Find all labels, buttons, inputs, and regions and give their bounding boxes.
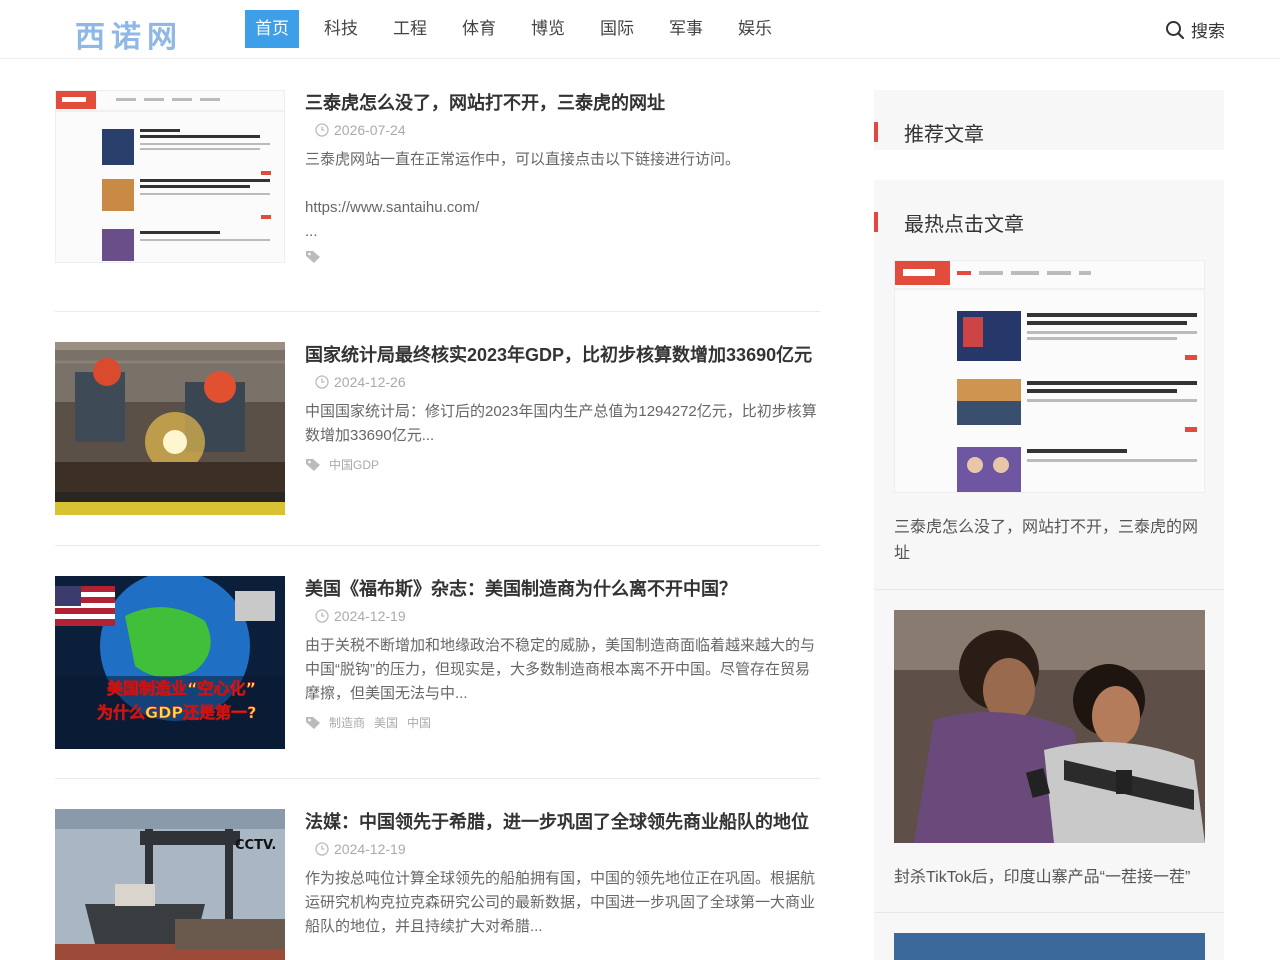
article-tag[interactable]: 美国 (374, 714, 398, 731)
article-item: 三泰虎怎么没了，网站打不开，三泰虎的网址 2026-07-24 三泰虎网站一直在… (55, 90, 820, 280)
hot-title: 最热点击文章 (904, 214, 1024, 236)
main-nav: 首页 科技 工程 体育 博览 国际 军事 娱乐 (245, 10, 797, 48)
article-title[interactable]: 国家统计局最终核实2023年GDP，比初步核算数增加33690亿元 (305, 342, 820, 368)
tag-icon (306, 458, 320, 471)
article-tags (305, 250, 820, 264)
article-tag[interactable]: 中国GDP (329, 456, 379, 473)
nav-item-sports[interactable]: 体育 (452, 10, 506, 48)
clock-icon (315, 375, 329, 389)
article-thumbnail[interactable] (55, 90, 285, 263)
nav-item-home[interactable]: 首页 (245, 10, 299, 48)
hot-article[interactable]: 三泰虎怎么没了，网站打不开，三泰虎的网址 (874, 240, 1224, 590)
nav-item-entertainment[interactable]: 娱乐 (728, 10, 782, 48)
hot-article-caption[interactable]: 封杀TikTok后，印度山寨产品“一茬接一茬” (894, 865, 1205, 891)
image-caption-line2: 为什么GDP还是第一? (97, 703, 256, 722)
hot-widget: 最热点击文章 三泰虎怎么没了，网站打不开，三泰虎的网址 封杀TikTok后，印度… (874, 180, 1224, 960)
article-date-text: 2024-12-19 (334, 608, 406, 624)
article-tags: 制造商 美国 中国 (305, 714, 820, 731)
article-date-text: 2024-12-26 (334, 374, 406, 390)
article-date-text: 2024-12-19 (334, 841, 406, 857)
article-thumbnail[interactable]: 美国制造业“空心化” 为什么GDP还是第一? (55, 576, 285, 749)
image-caption-line1: 美国制造业“空心化” (107, 679, 256, 698)
cctv-logo: CCTV. (235, 838, 276, 853)
site-header: 西诺网 首页 科技 工程 体育 博览 国际 军事 娱乐 搜索 (0, 0, 1280, 59)
hot-article-image[interactable] (894, 260, 1205, 493)
article-item: 国家统计局最终核实2023年GDP，比初步核算数增加33690亿元 2024-1… (55, 342, 820, 522)
hot-article[interactable]: 封杀TikTok后，印度山寨产品“一茬接一茬” (874, 590, 1224, 910)
clock-icon (315, 609, 329, 623)
divider (55, 311, 820, 312)
nav-item-engineering[interactable]: 工程 (383, 10, 437, 48)
article-tag[interactable]: 制造商 (329, 714, 365, 731)
widget-title: 最热点击文章 (874, 210, 1224, 236)
article-date: 2024-12-19 (305, 841, 820, 857)
divider (55, 545, 820, 546)
article-thumbnail[interactable]: CCTV. (55, 809, 285, 960)
clock-icon (315, 123, 329, 137)
divider (874, 589, 1224, 590)
nav-item-tech[interactable]: 科技 (314, 10, 368, 48)
article-summary: 由于关税不断增加和地缘政治不稳定的威胁，美国制造商面临着越来越大的与中国“脱钩”… (305, 637, 816, 702)
nav-item-international[interactable]: 国际 (590, 10, 644, 48)
article-summary: 作为按总吨位计算全球领先的船舶拥有国，中国的领先地位正在巩固。根据航运研究机构克… (305, 870, 816, 935)
divider (55, 778, 820, 779)
article-title[interactable]: 法媒：中国领先于希腊，进一步巩固了全球领先商业船队的地位 (305, 809, 820, 835)
nav-item-expo[interactable]: 博览 (521, 10, 575, 48)
article-item: CCTV. 法媒：中国领先于希腊，进一步巩固了全球领先商业船队的地位 2024-… (55, 809, 820, 960)
article-item: 美国制造业“空心化” 为什么GDP还是第一? 美国《福布斯》杂志：美国制造商为什… (55, 576, 820, 756)
article-summary: 中国国家统计局：修订后的2023年国内生产总值为1294272亿元，比初步核算数… (305, 403, 817, 444)
widget-title: 推荐文章 (874, 120, 1224, 146)
widget-title-accent (874, 212, 878, 232)
article-summary: 三泰虎网站一直在正常运作中，可以直接点击以下链接进行访问。 (305, 151, 741, 168)
article-date: 2024-12-26 (305, 374, 820, 390)
recommend-title: 推荐文章 (904, 124, 984, 146)
search-icon (1166, 20, 1185, 39)
tag-icon (306, 251, 320, 263)
article-tags: 中国GDP (305, 456, 820, 473)
clock-icon (315, 842, 329, 856)
article-ellipsis: ... (305, 223, 318, 240)
article-thumbnail[interactable] (55, 342, 285, 515)
article-title[interactable]: 美国《福布斯》杂志：美国制造商为什么离不开中国？ (305, 576, 820, 602)
hot-article-image[interactable] (894, 933, 1205, 960)
search-label: 搜索 (1191, 22, 1225, 41)
article-date: 2026-07-24 (305, 122, 820, 138)
article-title[interactable]: 三泰虎怎么没了，网站打不开，三泰虎的网址 (305, 90, 820, 116)
recommend-widget: 推荐文章 (874, 90, 1224, 150)
article-url: https://www.santaihu.com/ (305, 199, 480, 216)
tag-icon (306, 716, 320, 729)
site-logo[interactable]: 西诺网 (75, 12, 183, 56)
nav-item-military[interactable]: 军事 (659, 10, 713, 48)
search-button[interactable]: 搜索 (1165, 17, 1225, 42)
hot-article-image[interactable] (894, 610, 1205, 843)
article-date: 2024-12-19 (305, 608, 820, 624)
article-tag[interactable]: 中国 (407, 714, 431, 731)
article-date-text: 2026-07-24 (334, 122, 406, 138)
hot-article-caption[interactable]: 三泰虎怎么没了，网站打不开，三泰虎的网址 (894, 515, 1205, 567)
divider (874, 912, 1224, 913)
widget-title-accent (874, 122, 878, 142)
